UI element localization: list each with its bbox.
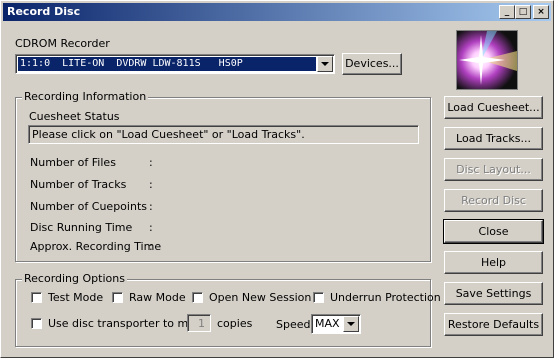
approx-recording-time-label: Approx. Recording Time — [30, 240, 162, 253]
cuesheet-status-field: Please click on "Load Cuesheet" or "Load… — [28, 125, 419, 144]
copies-input[interactable]: 1 — [187, 314, 211, 332]
disc-running-time-value: : — [149, 221, 153, 234]
chevron-down-icon — [321, 62, 329, 66]
disc-layout-label: Disc Layout... — [456, 163, 531, 176]
copies-label: copies — [217, 317, 253, 330]
use-disc-transporter-checkbox[interactable] — [31, 318, 42, 329]
close-window-button[interactable]: × — [533, 5, 549, 19]
restore-defaults-label: Restore Defaults — [447, 318, 540, 331]
maximize-button[interactable]: □ — [515, 5, 531, 19]
cdrom-recorder-select[interactable]: 1:1:0 LITE-ON DVDRW LDW-811S HS0P — [15, 54, 335, 74]
close-label: Close — [478, 225, 509, 238]
test-mode-checkbox[interactable] — [31, 292, 42, 303]
cuesheet-status-value: Please click on "Load Cuesheet" or "Load… — [32, 128, 305, 141]
devices-button[interactable]: Devices... — [342, 53, 402, 75]
number-of-files-label: Number of Files — [30, 156, 116, 169]
approx-recording-time-value: : — [149, 240, 153, 253]
help-label: Help — [480, 256, 507, 269]
recording-options-group: Recording Options — [15, 272, 431, 347]
save-settings-button[interactable]: Save Settings — [444, 282, 543, 305]
copies-value: 1 — [198, 317, 205, 330]
cdrom-dropdown-button[interactable] — [317, 56, 333, 72]
speed-select[interactable]: MAX — [311, 314, 361, 334]
load-cuesheet-label: Load Cuesheet... — [447, 101, 540, 114]
cuesheet-status-label: Cuesheet Status — [29, 110, 120, 123]
window-title: Record Disc — [7, 5, 81, 18]
open-new-session-label[interactable]: Open New Session — [209, 291, 311, 304]
restore-defaults-button[interactable]: Restore Defaults — [444, 313, 543, 336]
underrun-protection-checkbox[interactable] — [313, 292, 324, 303]
record-disc-window: Record Disc _ □ × CDROM Recorder 1:1:0 L… — [0, 0, 554, 358]
help-button[interactable]: Help — [444, 251, 543, 274]
underrun-protection-label[interactable]: Underrun Protection — [330, 291, 441, 304]
record-disc-button[interactable]: Record Disc — [444, 189, 543, 212]
speed-dropdown-button[interactable] — [343, 316, 359, 332]
disc-burn-logo — [456, 30, 518, 90]
disc-running-time-label: Disc Running Time — [30, 221, 133, 234]
number-of-tracks-value: : — [149, 178, 153, 191]
disc-layout-button[interactable]: Disc Layout... — [444, 158, 543, 181]
open-new-session-checkbox[interactable] — [192, 292, 203, 303]
title-bar[interactable]: Record Disc _ □ × — [3, 3, 551, 21]
chevron-down-icon — [347, 322, 355, 326]
cdrom-recorder-label: CDROM Recorder — [15, 37, 110, 50]
minimize-button[interactable]: _ — [499, 5, 515, 19]
use-disc-transporter-label[interactable]: Use disc transporter to make — [48, 317, 208, 330]
close-button[interactable]: Close — [443, 219, 544, 244]
number-of-files-value: : — [149, 156, 153, 169]
speed-label: Speed — [276, 318, 311, 331]
raw-mode-checkbox[interactable] — [112, 292, 123, 303]
recording-options-title: Recording Options — [22, 272, 127, 285]
cdrom-selected-value: 1:1:0 LITE-ON DVDRW LDW-811S HS0P — [18, 57, 316, 71]
number-of-cuepoints-label: Number of Cuepoints — [30, 200, 147, 213]
test-mode-label[interactable]: Test Mode — [48, 291, 103, 304]
speed-value: MAX — [315, 317, 340, 330]
recording-information-title: Recording Information — [22, 90, 149, 103]
number-of-cuepoints-value: : — [149, 200, 153, 213]
load-tracks-label: Load Tracks... — [456, 132, 531, 145]
sparkle-icon — [457, 31, 517, 89]
load-cuesheet-button[interactable]: Load Cuesheet... — [444, 96, 543, 119]
load-tracks-button[interactable]: Load Tracks... — [444, 127, 543, 150]
raw-mode-label[interactable]: Raw Mode — [129, 291, 186, 304]
record-disc-label: Record Disc — [461, 194, 526, 207]
devices-button-label: Devices... — [345, 57, 399, 70]
number-of-tracks-label: Number of Tracks — [30, 178, 127, 191]
save-settings-label: Save Settings — [455, 287, 532, 300]
